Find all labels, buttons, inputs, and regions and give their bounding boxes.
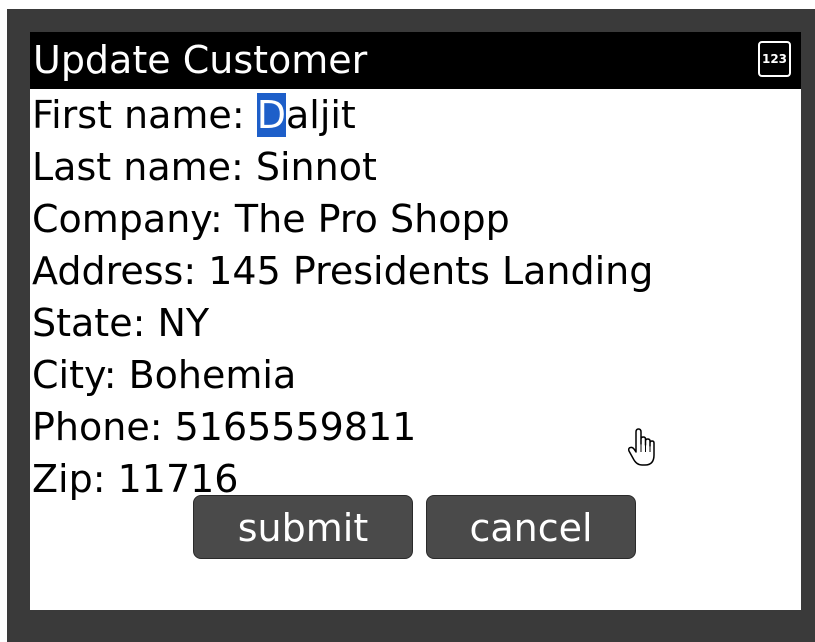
phone-field[interactable]: Phone: 5165559811 <box>32 401 416 453</box>
first-name-value: aljit <box>285 93 356 137</box>
state-field[interactable]: State: NY <box>32 297 209 349</box>
input-mode-indicator: 123 <box>758 41 791 77</box>
address-field[interactable]: Address: 145 Presidents Landing <box>32 245 653 297</box>
last-name-field[interactable]: Last name: Sinnot <box>32 141 377 193</box>
title-bar: Update Customer 123 <box>30 32 801 89</box>
text-cursor: D <box>256 93 286 137</box>
hand-pointer-icon <box>627 428 655 466</box>
submit-button[interactable]: submit <box>193 495 413 559</box>
cancel-button[interactable]: cancel <box>426 495 636 559</box>
page-title: Update Customer <box>33 38 368 82</box>
city-field[interactable]: City: Bohemia <box>32 349 296 401</box>
first-name-field[interactable]: First name: Daljit <box>32 89 356 141</box>
form-screen: Update Customer 123 First name: Daljit L… <box>30 32 801 610</box>
company-field[interactable]: Company: The Pro Shopp <box>32 193 510 245</box>
first-name-label: First name: <box>32 93 257 137</box>
